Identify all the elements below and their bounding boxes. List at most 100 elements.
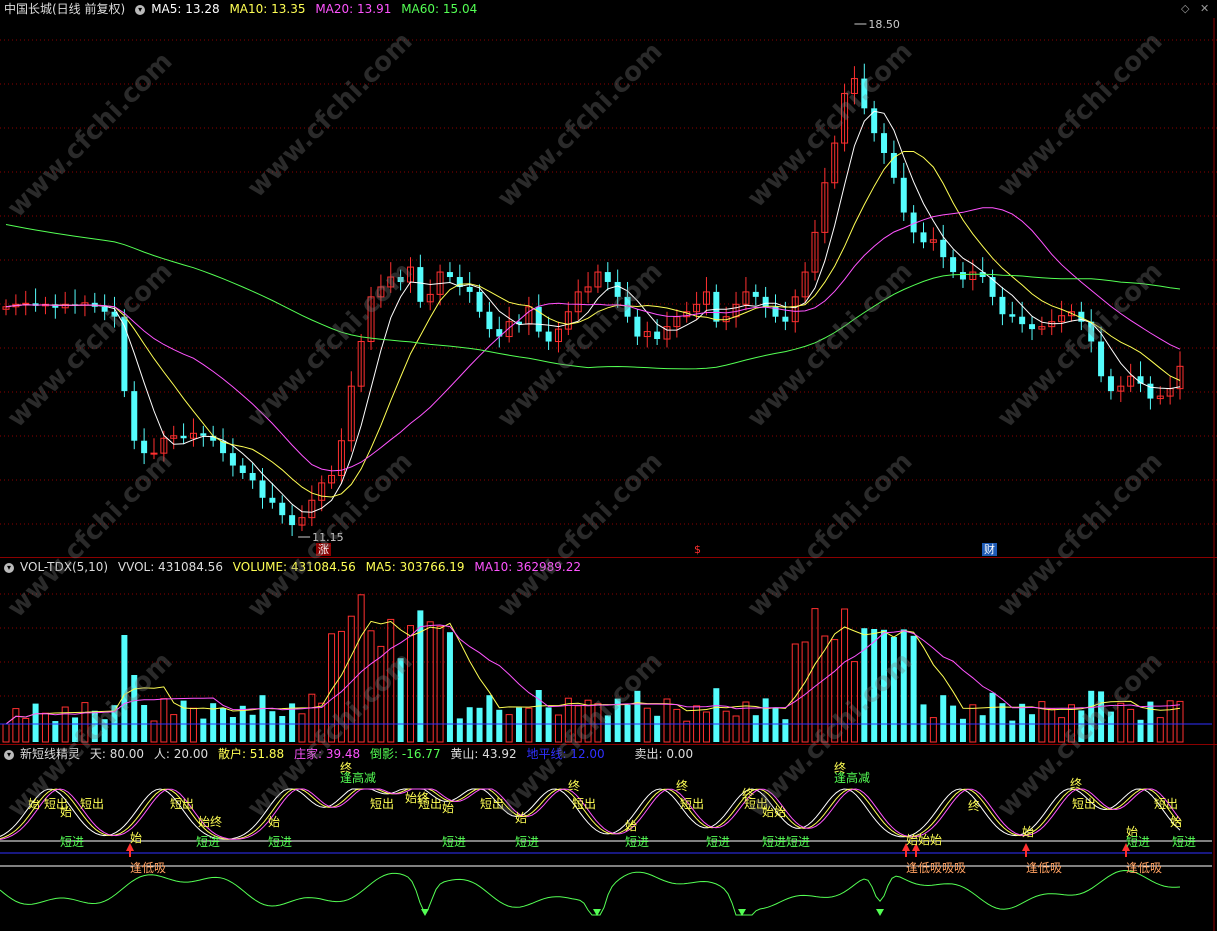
candle-body <box>1029 324 1036 330</box>
candle-body <box>180 435 187 439</box>
signal-tag: 始 <box>130 831 142 845</box>
volume-bar <box>436 625 444 743</box>
signal-tag: 短出 <box>680 797 704 811</box>
volume-bar <box>722 710 730 743</box>
volume-bar <box>999 703 1006 742</box>
signal-tag: 终 <box>968 798 980 813</box>
signal-tag: 始 <box>268 815 280 829</box>
volume-bar <box>752 715 759 742</box>
signal-tag: 逢高减 <box>834 770 870 785</box>
candle-body <box>782 316 789 322</box>
signal-tag: 始 <box>60 805 72 819</box>
signal-tag: 始 <box>625 819 637 833</box>
volume-bar <box>920 704 927 742</box>
volume-bar <box>516 707 523 742</box>
volume-bar <box>406 625 414 743</box>
volume-bar <box>1147 701 1154 742</box>
signal-tag: 短进 <box>196 835 220 849</box>
volume-bar <box>160 698 168 743</box>
candle-body <box>950 257 957 273</box>
volume-bar <box>782 719 789 742</box>
volume-bar <box>673 708 681 743</box>
candle-body <box>417 267 424 302</box>
volume-bar <box>189 707 197 743</box>
signal-tag: 短进短进 <box>762 835 810 849</box>
volume-bar <box>989 692 996 742</box>
candle-body <box>604 272 611 282</box>
signal-tag: 终 <box>1070 776 1082 791</box>
volume-bar <box>713 688 720 742</box>
signal-tag: 始始始 <box>906 833 942 847</box>
candle-body <box>279 502 286 516</box>
candle-body <box>900 177 907 213</box>
volume-bar <box>702 711 710 743</box>
volume-bar <box>200 718 207 742</box>
signal-tag: 短出 <box>572 797 596 811</box>
volume-bar <box>41 712 49 743</box>
candle-body <box>920 232 927 243</box>
volume-bar <box>663 698 671 743</box>
volume-bar <box>929 717 937 743</box>
candle-body <box>713 291 720 322</box>
candle-body <box>131 391 138 441</box>
signal-tag: 始 <box>1022 825 1034 839</box>
signal-tag: 短出 <box>1072 797 1096 811</box>
candle-body <box>466 286 473 292</box>
volume-bar <box>979 715 986 742</box>
volume-bar <box>969 704 977 743</box>
volume-bar <box>170 714 178 743</box>
candle-body <box>1009 314 1016 317</box>
signal-tag: 逢低吸 <box>130 861 166 875</box>
signal-tag: 逢低吸 <box>1026 861 1062 875</box>
volume-bar <box>940 695 947 742</box>
signal-tag: 始 <box>1170 815 1182 829</box>
signal-tag: 短进 <box>625 835 649 849</box>
candle-body <box>229 453 236 466</box>
candle-body <box>881 133 888 153</box>
volume-bar <box>910 635 917 742</box>
volume-bar <box>811 608 819 743</box>
signal-tag: 短进 <box>442 835 466 849</box>
signal-tag: 终 <box>676 778 688 793</box>
volume-bar <box>545 707 552 742</box>
signal-tag: 短进 <box>268 835 292 849</box>
candle-body <box>1019 316 1026 325</box>
volume-bar <box>505 714 513 743</box>
candle-body <box>940 239 947 258</box>
signal-tag: 始终 <box>198 814 222 829</box>
signal-tag: 逢高减 <box>340 770 376 785</box>
volume-bar <box>654 715 661 742</box>
signal-tag: 逢低吸吸吸 <box>906 861 966 875</box>
candle-body <box>545 331 552 342</box>
volume-bar <box>732 715 740 743</box>
volume-bar <box>772 707 779 742</box>
candle-body <box>1107 376 1114 392</box>
signal-tag: 短进 <box>60 835 84 849</box>
candle-body <box>654 331 661 340</box>
candle-body <box>476 291 483 312</box>
volume-bar <box>220 708 227 742</box>
signal-tag: 短出 <box>418 797 442 811</box>
signal-tag: 逢低吸 <box>1126 861 1162 875</box>
candle-body <box>269 497 276 503</box>
candle-body <box>141 440 148 454</box>
signal-tag: 短进 <box>1172 835 1196 849</box>
candle-body <box>999 296 1006 315</box>
volume-bar <box>269 711 276 742</box>
volume-bar <box>229 717 236 742</box>
candle-body <box>752 291 759 297</box>
signal-tag: 始 <box>442 801 454 815</box>
volume-bar <box>12 708 20 743</box>
volume-bar <box>1166 700 1174 743</box>
volume-bar <box>22 717 30 743</box>
volume-bar <box>466 707 473 742</box>
arrow-down-icon <box>421 909 429 916</box>
candle-body <box>762 296 769 307</box>
volume-bar <box>1019 703 1026 742</box>
candle-body <box>22 302 30 305</box>
signal-tag: 短出 <box>80 797 104 811</box>
candle-body <box>259 480 266 498</box>
volume-bar <box>456 718 463 742</box>
signal-tag: 短进 <box>515 835 539 849</box>
signal-tag: 短出 <box>370 797 394 811</box>
